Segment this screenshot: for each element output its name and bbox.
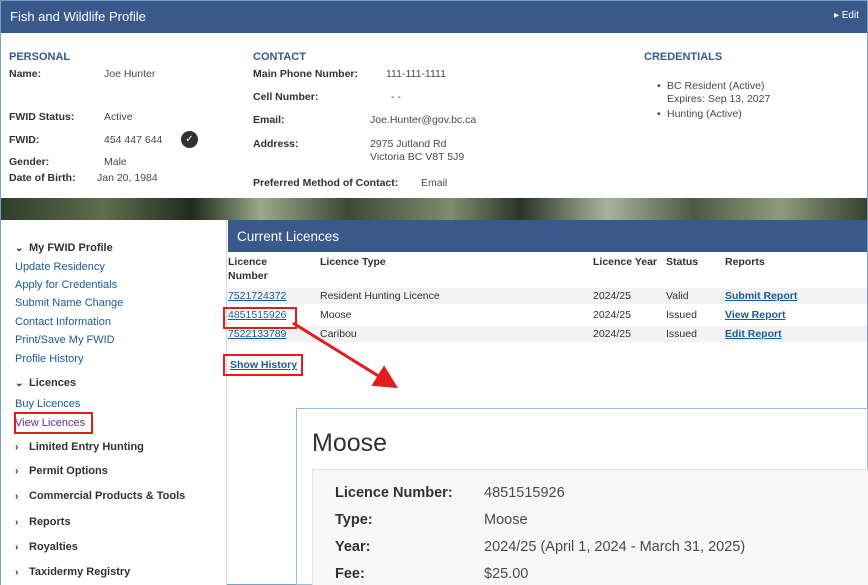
arrow-icon (292, 321, 399, 389)
licence-detail-panel: Moose Licence Number: 4851515926 Type: M… (296, 408, 868, 585)
detail-fee-label: Fee: (335, 566, 365, 582)
detail-number-value: 4851515926 (484, 485, 565, 501)
detail-year-value: 2024/25 (April 1, 2024 - March 31, 2025) (484, 539, 746, 555)
licence-detail-title: Moose (312, 429, 388, 457)
detail-type-label: Type: (335, 512, 373, 528)
detail-year-label: Year: (335, 539, 371, 555)
licence-detail-fields: Licence Number: 4851515926 Type: Moose Y… (312, 469, 868, 585)
detail-type-value: Moose (484, 512, 528, 528)
detail-number-label: Licence Number: (335, 485, 453, 501)
detail-fee-value: $25.00 (484, 566, 529, 582)
